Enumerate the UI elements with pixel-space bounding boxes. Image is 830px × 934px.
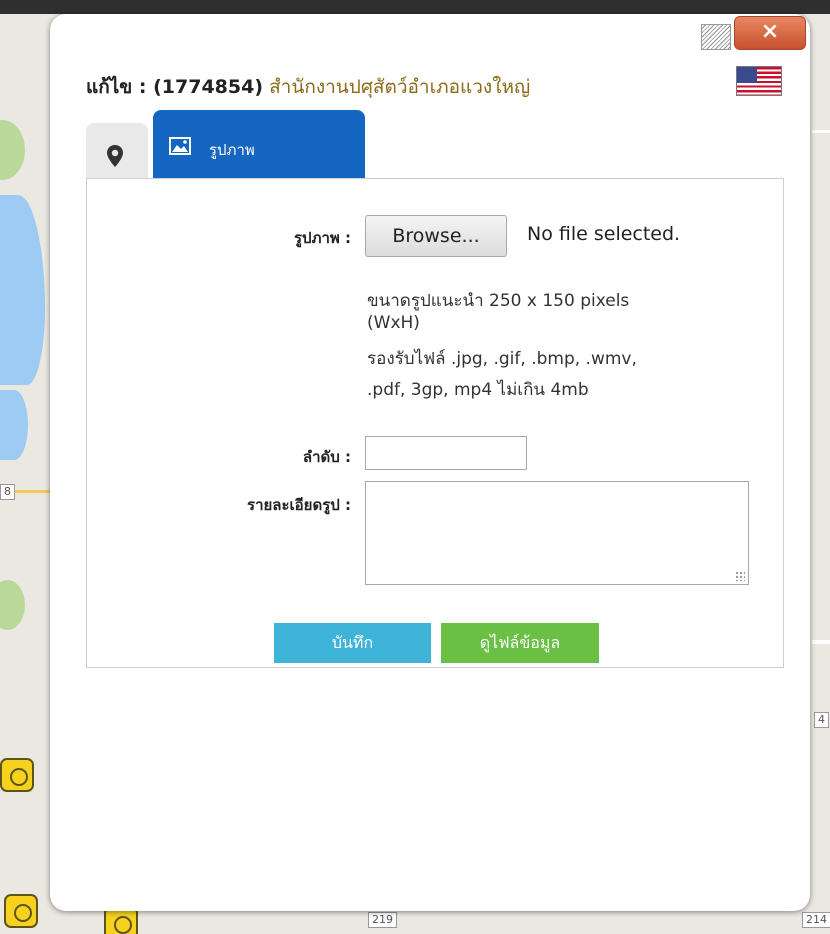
edit-popup: × แก้ไข : (1774854) สำนักงานปศุสัตว์อำเภ… <box>50 14 810 911</box>
image-field-label: รูปภาพ : <box>294 229 351 247</box>
hint-text: รองรับไฟล์ .jpg, .gif, .bmp, .wmv, <box>367 349 637 369</box>
hint-text: ขนาดรูปแนะนำ 250 x 150 pixels <box>367 291 630 311</box>
browse-button[interactable]: Browse... <box>365 215 507 257</box>
file-status-text: No file selected. <box>527 223 681 245</box>
tab-images[interactable]: รูปภาพ <box>153 110 365 178</box>
highway-shield-icon <box>4 894 38 928</box>
road-number-label: 4 <box>814 712 829 728</box>
map-water <box>0 390 28 460</box>
road-number-label: 8 <box>0 484 15 500</box>
map-road <box>812 640 830 644</box>
description-textarea[interactable] <box>365 481 749 585</box>
map-top-bar <box>0 0 830 14</box>
order-field-label: ลำดับ : <box>302 448 351 466</box>
view-files-button[interactable]: ดูไฟล์ข้อมูล <box>441 623 599 663</box>
road-number-label: 219 <box>368 912 397 928</box>
edit-record-id: แก้ไข : (1774854) <box>86 76 264 98</box>
map-water <box>0 195 45 385</box>
map-road <box>812 130 830 133</box>
map-park <box>0 580 25 630</box>
popup-title: แก้ไข : (1774854) สำนักงานปศุสัตว์อำเภอแ… <box>86 72 530 102</box>
office-name: สำนักงานปศุสัตว์อำเภอแวงใหญ่ <box>269 76 531 98</box>
hint-text: .pdf, 3gp, mp4 ไม่เกิน 4mb <box>367 380 589 400</box>
road-number-label: 214 <box>802 912 830 928</box>
tab-images-label: รูปภาพ <box>209 141 255 159</box>
highway-shield-icon <box>0 758 34 792</box>
save-button[interactable]: บันทึก <box>274 623 431 663</box>
image-icon <box>169 137 191 155</box>
close-button[interactable]: × <box>734 16 806 50</box>
us-flag-icon[interactable] <box>736 66 782 96</box>
order-input[interactable] <box>365 436 527 470</box>
map-park <box>0 120 25 180</box>
resize-grip-icon[interactable] <box>735 571 745 581</box>
description-field-label: รายละเอียดรูป : <box>247 496 351 514</box>
location-pin-icon <box>107 145 123 167</box>
hint-text: (WxH) <box>367 313 420 333</box>
tab-location[interactable] <box>86 123 148 178</box>
resize-icon[interactable] <box>701 24 731 50</box>
image-form-panel: รูปภาพ : Browse... No file selected. ขนา… <box>86 178 784 668</box>
popup-pointer <box>76 880 106 904</box>
